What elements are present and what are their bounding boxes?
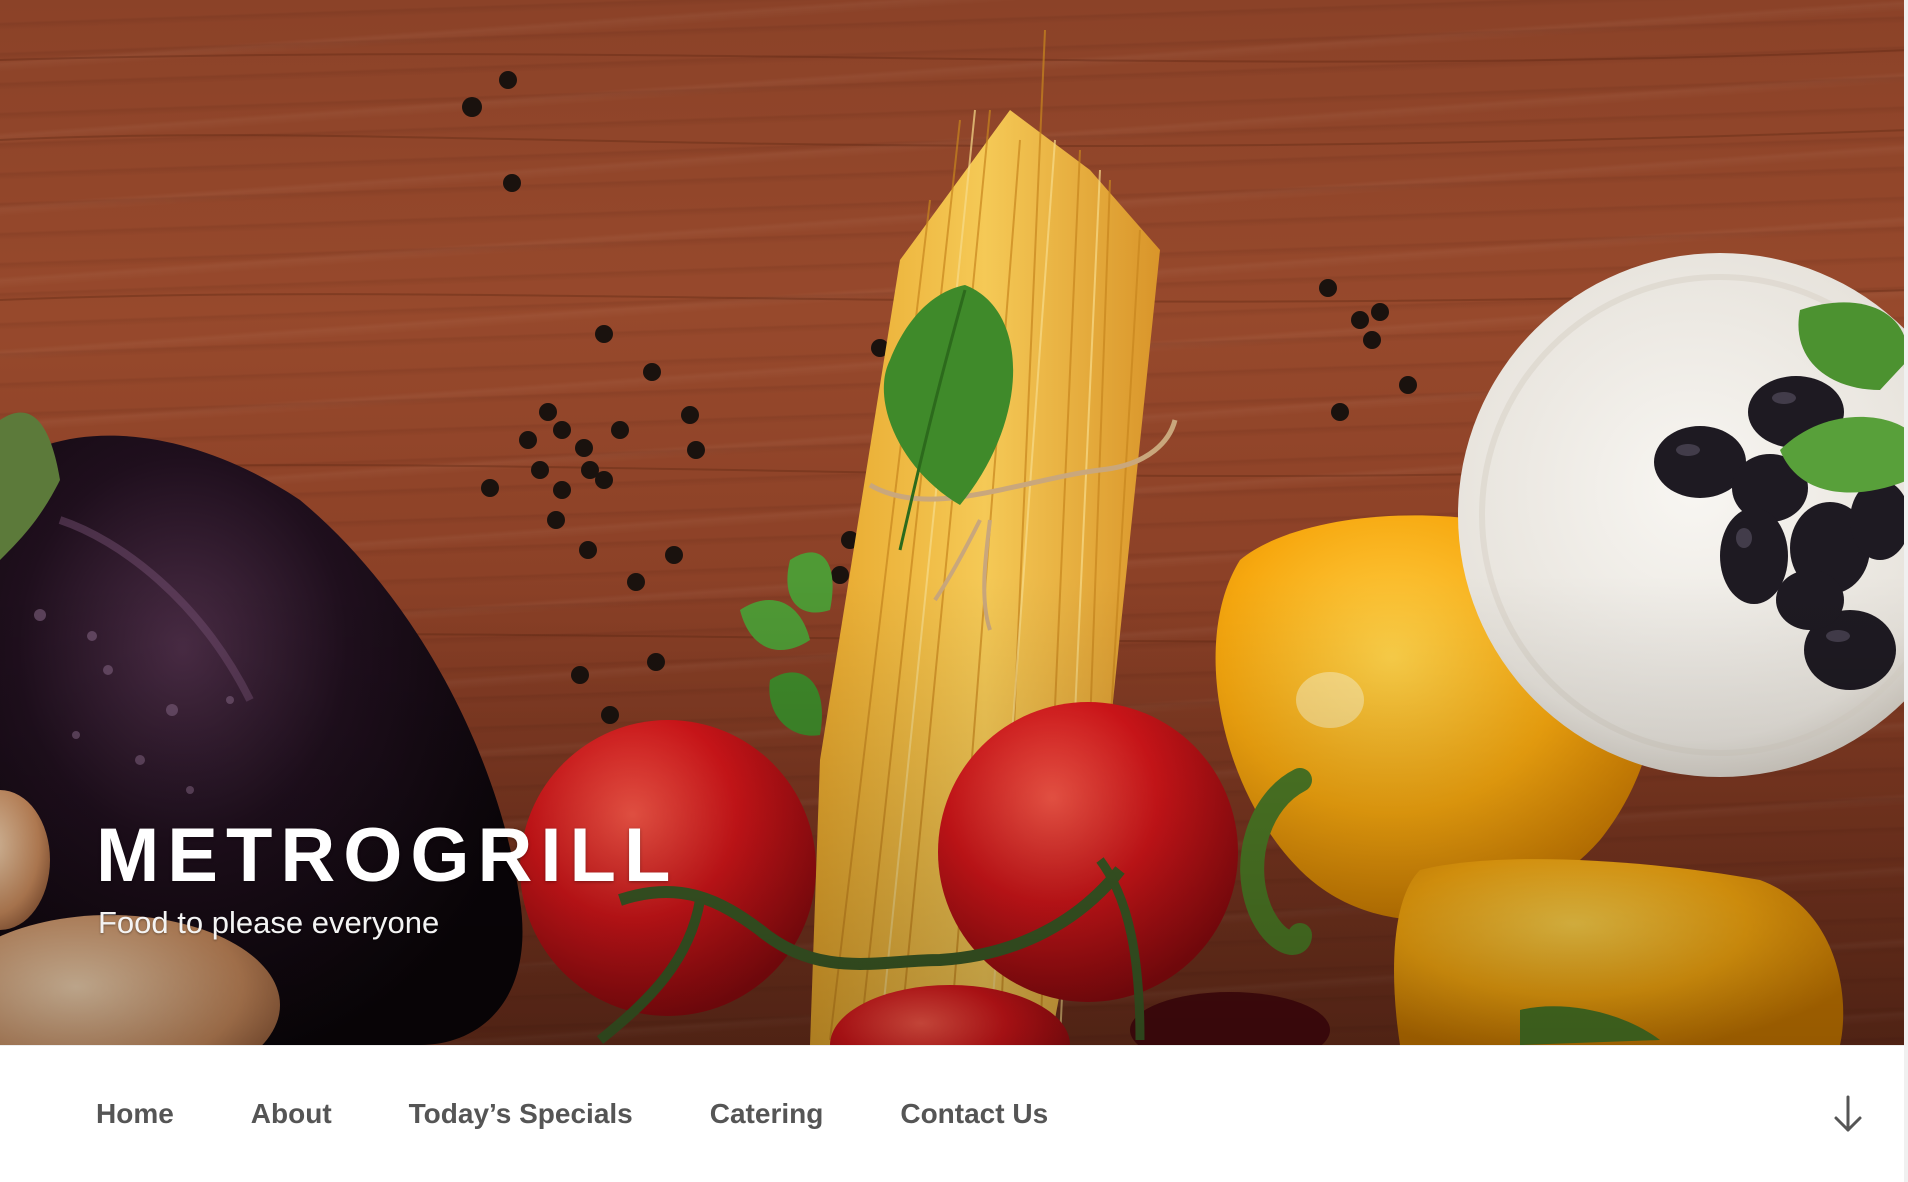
nav-item-contact-us[interactable]: Contact Us	[900, 1098, 1048, 1130]
nav-menu: Home About Today’s Specials Catering Con…	[96, 1046, 1125, 1182]
main-navigation: Home About Today’s Specials Catering Con…	[0, 1045, 1908, 1182]
site-tagline: Food to please everyone	[98, 905, 440, 940]
scrollbar-edge	[1904, 0, 1908, 1182]
site-title-link[interactable]: METROGRILL	[96, 815, 996, 897]
scroll-down-button[interactable]	[1828, 1090, 1868, 1138]
page: METROGRILL Food to please everyone Home …	[0, 0, 1908, 1182]
nav-item-about[interactable]: About	[251, 1098, 332, 1130]
nav-item-catering[interactable]: Catering	[710, 1098, 824, 1130]
site-branding: METROGRILL Food to please everyone	[96, 815, 996, 943]
nav-item-todays-specials[interactable]: Today’s Specials	[409, 1098, 633, 1130]
custom-header: METROGRILL Food to please everyone	[0, 0, 1908, 1045]
arrow-down-icon	[1834, 1095, 1862, 1132]
nav-item-home[interactable]: Home	[96, 1098, 174, 1130]
